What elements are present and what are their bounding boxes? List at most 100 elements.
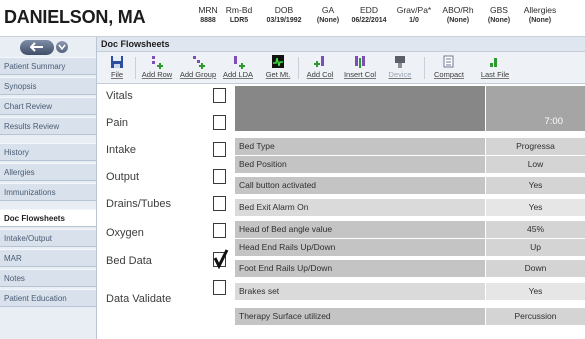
row-value[interactable]: Yes <box>485 177 585 194</box>
group-checkbox-data-validate[interactable] <box>213 280 226 295</box>
row-label[interactable]: Bed Type <box>235 138 485 155</box>
add-group-button-label: Add Group <box>179 70 217 79</box>
row-value[interactable]: Yes <box>485 283 585 300</box>
gbs-value: (None) <box>487 17 511 24</box>
last-file-icon <box>490 58 497 67</box>
add-column-button[interactable]: Add Col <box>300 54 340 80</box>
sidebar-item-immunizations[interactable]: Immunizations <box>0 183 96 201</box>
sidebar-item-patient-summary[interactable]: Patient Summary <box>0 57 96 75</box>
add-lda-button[interactable]: Add LDA <box>218 54 258 80</box>
insert-column-button[interactable]: Insert Col <box>340 54 380 80</box>
table-row: Bed Type Progressa <box>235 138 585 155</box>
add-column-button-label: Add Col <box>306 70 334 79</box>
row-label[interactable]: Head End Rails Up/Down <box>235 239 485 256</box>
abo-rh-value: (None) <box>446 17 470 24</box>
grav-para-label: Grav/Pa* <box>396 5 432 15</box>
row-value[interactable]: Yes <box>485 199 585 216</box>
dob-value: 03/19/1992 <box>266 17 302 24</box>
row-label[interactable]: Call button activated <box>235 177 485 194</box>
group-data-validate: Data Validate <box>97 280 232 306</box>
allergies-value: (None) <box>528 17 552 24</box>
row-value[interactable]: Down <box>485 260 585 277</box>
insert-column-button-label: Insert Col <box>343 70 377 79</box>
sidebar-item-doc-flowsheets[interactable]: Doc Flowsheets <box>0 209 96 227</box>
add-lda-button-label: Add LDA <box>222 70 254 79</box>
sidebar-item-patient-education[interactable]: Patient Education <box>0 289 96 307</box>
device-button[interactable]: Device <box>380 54 420 80</box>
row-label[interactable]: Bed Exit Alarm On <box>235 199 485 216</box>
header-field-mrn: MRN 8888 <box>195 5 221 26</box>
table-row: Head of Bed angle value 45% <box>235 221 585 238</box>
sidebar-item-history[interactable]: History <box>0 143 96 161</box>
group-checkbox-bed-data[interactable] <box>213 249 229 269</box>
group-label: Vitals <box>106 90 133 102</box>
group-checkbox-oxygen[interactable] <box>213 223 226 238</box>
checkmark-icon <box>213 249 229 269</box>
last-file-button[interactable]: Last File <box>473 54 517 80</box>
row-value[interactable]: Progressa <box>485 138 585 155</box>
compact-button[interactable]: Compact <box>426 54 472 80</box>
ga-value: (None) <box>316 17 340 24</box>
row-label[interactable]: Bed Position <box>235 156 485 173</box>
group-output: Output <box>97 165 232 191</box>
insert-column-icon <box>355 56 365 68</box>
edd-value: 06/22/2014 <box>351 17 387 24</box>
edd-label: EDD <box>360 5 378 15</box>
last-file-button-label: Last File <box>480 70 510 79</box>
group-drains-tubes: Drains/Tubes <box>97 192 232 218</box>
chevron-down-icon <box>58 44 66 50</box>
row-value[interactable]: Low <box>485 156 585 173</box>
group-label: Output <box>106 171 140 183</box>
patient-header: DANIELSON, MA MRN 8888 Rm-Bd LDR5 DOB 03… <box>0 0 585 37</box>
file-button-label: File <box>110 70 124 79</box>
room-bed-value: LDR5 <box>229 17 249 24</box>
flowsheet-toolbar: File Add Row Add Group Add LDA Get Mt. A… <box>97 52 585 84</box>
row-label[interactable]: Brakes set <box>235 283 485 300</box>
group-checkbox-intake[interactable] <box>213 142 226 157</box>
row-label[interactable]: Therapy Surface utilized <box>235 308 485 325</box>
add-group-icon <box>193 56 205 69</box>
file-button[interactable]: File <box>97 54 137 80</box>
group-label: Pain <box>106 117 129 129</box>
add-column-icon <box>314 56 324 67</box>
table-row: Bed Position Low <box>235 156 585 173</box>
table-row: Bed Exit Alarm On Yes <box>235 199 585 216</box>
activity-title: Doc Flowsheets <box>97 37 585 52</box>
header-field-allergies: Allergies (None) <box>519 5 561 26</box>
group-label: Bed Data <box>106 255 152 267</box>
group-checkbox-pain[interactable] <box>213 115 226 130</box>
sidebar-item-results-review[interactable]: Results Review <box>0 117 96 135</box>
row-value[interactable]: 45% <box>485 221 585 238</box>
group-checkbox-drains-tubes[interactable] <box>213 196 226 211</box>
sidebar-item-chart-review[interactable]: Chart Review <box>0 97 96 115</box>
sidebar-item-notes[interactable]: Notes <box>0 269 96 287</box>
row-value[interactable]: Up <box>485 239 585 256</box>
group-checkbox-vitals[interactable] <box>213 88 226 103</box>
sidebar-item-synopsis[interactable]: Synopsis <box>0 77 96 95</box>
row-value[interactable]: Percussion <box>485 308 585 325</box>
row-label[interactable]: Foot End Rails Up/Down <box>235 260 485 277</box>
group-label: Drains/Tubes <box>106 198 172 210</box>
row-label[interactable]: Head of Bed angle value <box>235 221 485 238</box>
sidebar-item-mar[interactable]: MAR <box>0 249 96 267</box>
add-group-button[interactable]: Add Group <box>178 54 218 80</box>
table-row: Call button activated Yes <box>235 177 585 194</box>
toolbar-divider <box>298 57 299 79</box>
activity-sidebar: Patient Summary Synopsis Chart Review Re… <box>0 37 97 339</box>
sidebar-item-intake-output[interactable]: Intake/Output <box>0 229 96 247</box>
allergies-label: Allergies <box>523 5 557 15</box>
add-row-button[interactable]: Add Row <box>137 54 177 80</box>
group-intake: Intake <box>97 138 232 164</box>
ga-label: GA <box>321 5 335 15</box>
sidebar-item-allergies[interactable]: Allergies <box>0 163 96 181</box>
table-row: Brakes set Yes <box>235 283 585 300</box>
forward-button[interactable] <box>56 41 68 53</box>
flowsheet-grid: 7:00 Bed Type Progressa Bed Position Low… <box>235 86 585 339</box>
header-field-edd: EDD 06/22/2014 <box>347 5 391 26</box>
group-checkbox-output[interactable] <box>213 169 226 184</box>
monitor-icon <box>272 55 284 68</box>
get-monitor-button[interactable]: Get Mt. <box>258 54 298 80</box>
patient-name[interactable]: DANIELSON, MA <box>4 7 146 28</box>
back-button[interactable] <box>20 39 54 55</box>
time-column-header[interactable]: 7:00 <box>485 86 585 131</box>
